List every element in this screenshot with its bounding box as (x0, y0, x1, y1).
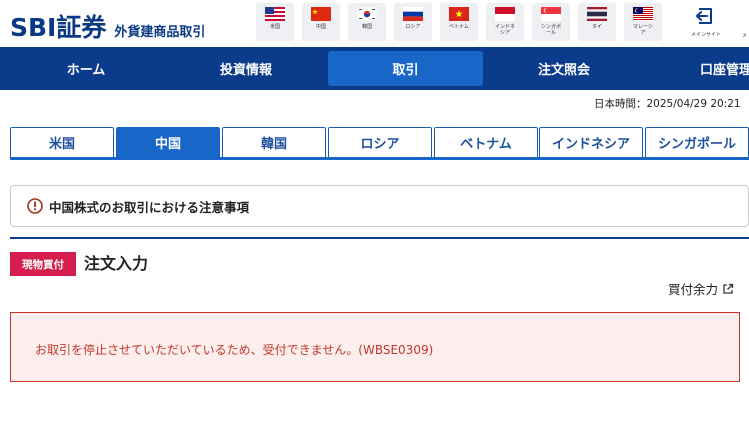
exit-arrow-icon (696, 8, 712, 24)
us-flag-icon (265, 7, 285, 21)
country-flag-menu: 米国 中国 韓国 ロシア ベトナム インドネ シア シンガポ ール タイ マレー… (256, 3, 670, 41)
nav-home[interactable]: ホーム (0, 51, 172, 86)
section-divider (10, 237, 749, 239)
sg-flag-icon (541, 7, 561, 21)
logo-sub-text: 外貨建商品取引 (114, 25, 206, 40)
flag-label: ロシア (405, 24, 421, 30)
country-tabs: 米国 中国 韓国 ロシア ベトナム インドネシア シンガポール (10, 127, 749, 159)
flag-button-ru[interactable]: ロシア (394, 3, 432, 41)
tab-vietnam[interactable]: ベトナム (434, 127, 538, 157)
flag-button-my[interactable]: マレーシ ア (624, 3, 662, 41)
tab-china[interactable]: 中国 (116, 127, 220, 157)
tab-korea[interactable]: 韓国 (222, 127, 326, 157)
nav-trade[interactable]: 取引 (328, 51, 483, 86)
main-site-button[interactable]: メインサイト (682, 3, 730, 43)
flag-label: 韓国 (361, 24, 372, 30)
ru-flag-icon (403, 7, 423, 21)
flag-button-sg[interactable]: シンガポ ール (532, 3, 570, 41)
flag-label: タイ (591, 24, 602, 30)
page-title: 注文入力 (84, 254, 149, 273)
external-link-icon (723, 283, 734, 294)
info-circle-icon (27, 198, 43, 214)
flag-button-vn[interactable]: ベトナム (440, 3, 478, 41)
main-site-label: メインサイト (690, 32, 721, 38)
buying-power-link[interactable]: 買付余力 (668, 279, 734, 298)
cn-flag-icon (311, 7, 331, 21)
flag-button-id[interactable]: インドネ シア (486, 3, 524, 41)
vn-flag-icon (449, 7, 469, 21)
flag-button-th[interactable]: タイ (578, 3, 616, 41)
flag-label: ベトナム (449, 24, 469, 30)
flag-button-cn[interactable]: 中国 (302, 3, 340, 41)
tabs-underline (10, 157, 749, 160)
nav-order-inquiry[interactable]: 注文照会 (478, 51, 650, 86)
flag-button-us[interactable]: 米国 (256, 3, 294, 41)
nav-account[interactable]: 口座管理 (640, 51, 749, 86)
notice-text: 中国株式のお取引における注意事項 (49, 199, 250, 215)
tab-indonesia[interactable]: インドネシア (539, 127, 643, 157)
flag-label: インドネ シア (494, 24, 515, 36)
cut-off-header-label[interactable]: メ (742, 32, 747, 39)
flag-label: 米国 (269, 24, 280, 30)
error-message-box: お取引を停止させていただいているため、受付できません。(WBSE0309) (10, 312, 740, 382)
tab-russia[interactable]: ロシア (328, 127, 432, 157)
tab-us[interactable]: 米国 (10, 127, 114, 157)
id-flag-icon (495, 7, 515, 21)
flag-button-kr[interactable]: 韓国 (348, 3, 386, 41)
tab-singapore[interactable]: シンガポール (645, 127, 749, 157)
sbi-logo[interactable]: SBI証券 外貨建商品取引 (10, 8, 205, 44)
top-header: SBI証券 外貨建商品取引 米国 中国 韓国 ロシア ベトナム インドネ シア … (0, 0, 749, 46)
th-flag-icon (587, 7, 607, 21)
kr-flag-icon (357, 7, 377, 21)
nav-market-info[interactable]: 投資情報 (160, 51, 332, 86)
main-nav: ホーム 投資情報 取引 注文照会 口座管理 (0, 47, 749, 90)
caution-notice-link[interactable]: 中国株式のお取引における注意事項 (10, 185, 749, 227)
japan-time: 日本時間：2025/04/29 20:21 (594, 98, 741, 110)
error-message: お取引を停止させていただいているため、受付できません。(WBSE0309) (35, 343, 434, 357)
flag-label: マレーシ ア (633, 24, 653, 36)
buying-power-label: 買付余力 (668, 282, 719, 297)
my-flag-icon (633, 7, 653, 21)
flag-label: シンガポ ール (540, 24, 561, 36)
order-type-badge: 現物買付 (10, 252, 76, 276)
logo-main-text: SBI証券 (10, 13, 107, 42)
flag-label: 中国 (315, 24, 326, 30)
